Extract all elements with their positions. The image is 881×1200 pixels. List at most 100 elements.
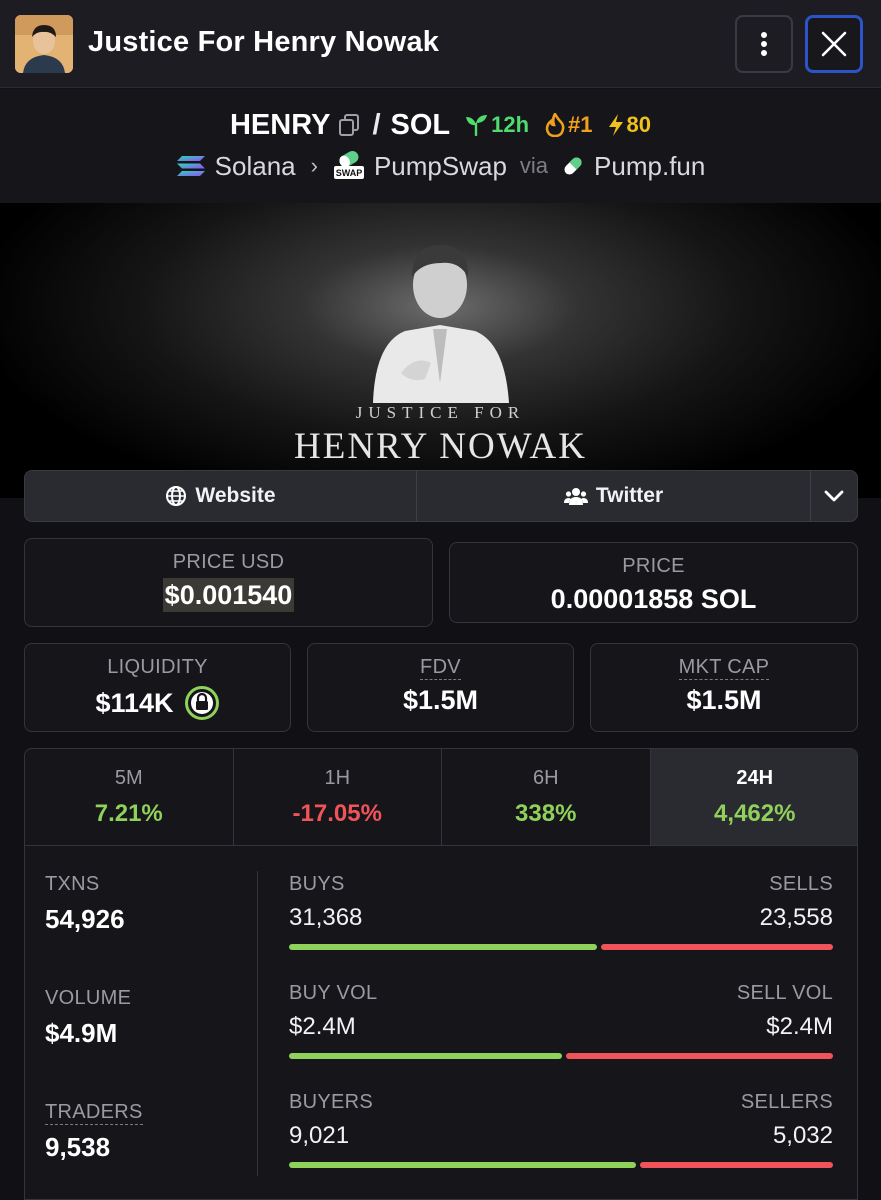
sells-value: 23,558 — [759, 904, 833, 931]
tab-24h-label: 24H — [736, 767, 774, 789]
fdv-value: $1.5M — [402, 685, 479, 715]
buy-vol-value: $2.4M — [289, 1013, 356, 1040]
dex-badge-text: SWAP — [336, 168, 363, 178]
sells-label: SELLS — [769, 873, 833, 895]
price-usd-value: $0.001540 — [162, 578, 295, 612]
buys-value: 31,368 — [289, 904, 363, 931]
price-native-label: PRICE — [622, 555, 685, 577]
pair-info: HENRY / SOL 12h #1 80 Solana › SWAP Pump… — [0, 89, 881, 203]
txns-stat: TXNS 54,926 — [45, 873, 245, 935]
volume-value: $4.9M — [45, 1018, 118, 1048]
boost-count: 80 — [607, 112, 651, 138]
traders-stat: TRADERS 9,538 — [45, 1101, 245, 1163]
sellers-value: 5,032 — [772, 1122, 833, 1149]
twitter-button[interactable]: Twitter — [417, 471, 811, 521]
copy-icon[interactable] — [338, 113, 360, 137]
sell-segment — [640, 1162, 833, 1168]
makers-split-group: BUYERS SELLERS 9,021 5,032 — [289, 1091, 833, 1168]
tab-5m-label: 5M — [114, 767, 143, 789]
txns-label: TXNS — [45, 873, 100, 895]
pumpswap-icon: SWAP — [333, 151, 364, 179]
via-label: via — [519, 153, 549, 178]
chain-breadcrumb: Solana › SWAP PumpSwap via Pump.fun — [0, 149, 881, 183]
tab-24h-change: 4,462% — [714, 800, 796, 827]
chain-link[interactable]: Solana — [215, 151, 296, 182]
volume-ratio-bar — [289, 1053, 833, 1059]
lightning-icon — [608, 114, 623, 136]
buy-segment — [289, 1053, 562, 1059]
buy-vol-label: BUY VOL — [289, 982, 378, 1004]
seedling-icon — [466, 115, 488, 136]
market-cap-label[interactable]: MKT CAP — [678, 656, 770, 680]
chevron-down-icon — [824, 490, 844, 502]
column-divider — [257, 871, 258, 1176]
close-button[interactable] — [805, 15, 863, 73]
launchpad-link[interactable]: Pump.fun — [594, 151, 705, 182]
liquidity-label: LIQUIDITY — [107, 656, 208, 678]
tab-5m-change: 7.21% — [94, 800, 163, 827]
tab-6h[interactable]: 6H 338% — [442, 749, 651, 845]
sell-vol-value: $2.4M — [766, 1013, 833, 1040]
volume-label: VOLUME — [45, 987, 132, 1009]
website-button[interactable]: Website — [25, 471, 417, 521]
traders-label[interactable]: TRADERS — [45, 1101, 143, 1125]
fdv-box: FDV $1.5M — [307, 643, 574, 732]
token-avatar — [15, 15, 73, 73]
users-icon — [563, 488, 588, 505]
flame-icon — [545, 113, 565, 137]
twitter-label: Twitter — [595, 484, 664, 507]
close-icon — [821, 31, 847, 57]
buyers-label: BUYERS — [289, 1091, 374, 1113]
social-links: Website Twitter — [24, 470, 858, 522]
txns-value: 54,926 — [45, 904, 125, 934]
tab-6h-change: 338% — [515, 800, 577, 827]
more-links-dropdown[interactable] — [811, 471, 857, 521]
traders-value: 9,538 — [45, 1132, 111, 1162]
lock-icon[interactable] — [184, 685, 220, 721]
sellers-label: SELLERS — [740, 1091, 833, 1113]
price-usd-box: PRICE USD $0.001540 — [24, 538, 433, 627]
kebab-menu-icon — [761, 32, 767, 56]
top-bar: Justice For Henry Nowak — [0, 0, 881, 88]
buys-label: BUYS — [289, 873, 345, 895]
tab-1h-change: -17.05% — [292, 800, 382, 827]
volume-stat: VOLUME $4.9M — [45, 987, 245, 1049]
liquidity-value: $114K — [95, 687, 174, 718]
fdv-label[interactable]: FDV — [420, 656, 461, 680]
tab-6h-label: 6H — [532, 767, 559, 789]
solana-icon — [176, 156, 205, 176]
market-cap-box: MKT CAP $1.5M — [590, 643, 858, 732]
website-label: Website — [195, 484, 276, 507]
tab-1h[interactable]: 1H -17.05% — [234, 749, 442, 845]
tab-24h[interactable]: 24H 4,462% — [650, 749, 857, 845]
liquidity-box: LIQUIDITY $114K — [24, 643, 291, 732]
base-symbol: HENRY — [229, 108, 331, 141]
chevron-right-icon: › — [310, 153, 318, 178]
portrait-illustration — [373, 245, 509, 403]
dex-link[interactable]: PumpSwap — [374, 151, 507, 182]
buyers-value: 9,021 — [289, 1122, 350, 1149]
pill-icon — [564, 157, 582, 175]
price-usd-label: PRICE USD — [172, 551, 285, 573]
timeframe-tabs: 5M 7.21% 1H -17.05% 6H 338% 24H 4,462% — [25, 749, 857, 846]
buy-segment — [289, 944, 597, 950]
sell-segment — [601, 944, 833, 950]
pair-separator: / — [372, 108, 381, 141]
price-native-box: PRICE 0.00001858 SOL — [449, 542, 858, 623]
buys-sells-group: BUYS SELLS 31,368 23,558 — [289, 873, 833, 950]
trading-stats-panel: 5M 7.21% 1H -17.05% 6H 338% 24H 4,462% T… — [24, 748, 858, 1200]
page-title: Justice For Henry Nowak — [88, 26, 440, 58]
trending-rank: #1 — [545, 112, 593, 138]
pair-age: 12h — [464, 112, 529, 138]
pair-age-value: 12h — [491, 112, 530, 137]
price-native-value: 0.00001858 SOL — [550, 584, 757, 614]
sell-vol-label: SELL VOL — [736, 982, 833, 1004]
makers-ratio-bar — [289, 1162, 833, 1168]
buy-segment — [289, 1162, 636, 1168]
tab-1h-label: 1H — [324, 767, 351, 789]
banner-subtitle: JUSTICE FOR — [355, 403, 526, 422]
banner-title: HENRY NOWAK — [294, 426, 587, 467]
totals-column: TXNS 54,926 VOLUME $4.9M TRADERS 9,538 — [45, 873, 245, 1163]
tab-5m[interactable]: 5M 7.21% — [25, 749, 234, 845]
more-options-button[interactable] — [735, 15, 793, 73]
